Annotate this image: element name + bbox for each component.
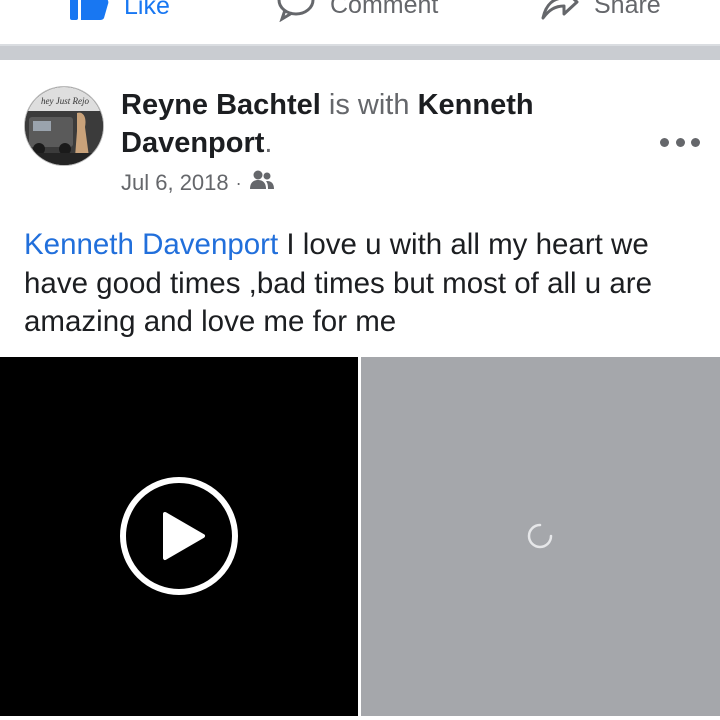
share-label: Share — [594, 0, 661, 19]
avatar[interactable]: hey Just Rejo — [24, 86, 104, 166]
author-name[interactable]: Reyne Bachtel — [121, 89, 321, 121]
like-label: Like — [124, 0, 170, 20]
comment-label: Comment — [330, 0, 439, 19]
post-header: Reyne Bachtel is with Kenneth Davenport. — [121, 86, 591, 162]
share-button[interactable]: Share — [540, 0, 661, 29]
play-icon[interactable] — [119, 476, 239, 596]
like-button[interactable]: Like — [68, 0, 170, 31]
comment-bubble-icon — [276, 0, 316, 29]
tagged-suffix: . — [264, 127, 273, 159]
post-date[interactable]: Jul 6, 2018 — [121, 170, 229, 196]
dot-icon — [691, 137, 700, 147]
post-meta: Jul 6, 2018 · — [121, 170, 275, 196]
comment-button[interactable]: Comment — [276, 0, 438, 29]
dot-icon — [675, 137, 685, 147]
feed-separator — [0, 44, 720, 60]
post-action-bar: Like Comment Share — [0, 0, 720, 44]
with-text: is with — [328, 89, 410, 121]
mention-link[interactable]: Kenneth Davenport — [24, 228, 278, 261]
friends-icon[interactable] — [249, 170, 275, 196]
bottom-divider — [0, 716, 720, 720]
more-options-button[interactable] — [660, 132, 700, 152]
dot-icon — [660, 137, 669, 147]
meta-separator: · — [235, 172, 242, 193]
thumbs-up-icon — [68, 0, 110, 31]
loading-spinner-icon — [527, 523, 553, 549]
avatar-banner-text: hey Just Rejo — [41, 96, 89, 106]
post-message: Kenneth Davenport I love u with all my h… — [24, 226, 704, 342]
share-arrow-icon — [540, 0, 580, 29]
